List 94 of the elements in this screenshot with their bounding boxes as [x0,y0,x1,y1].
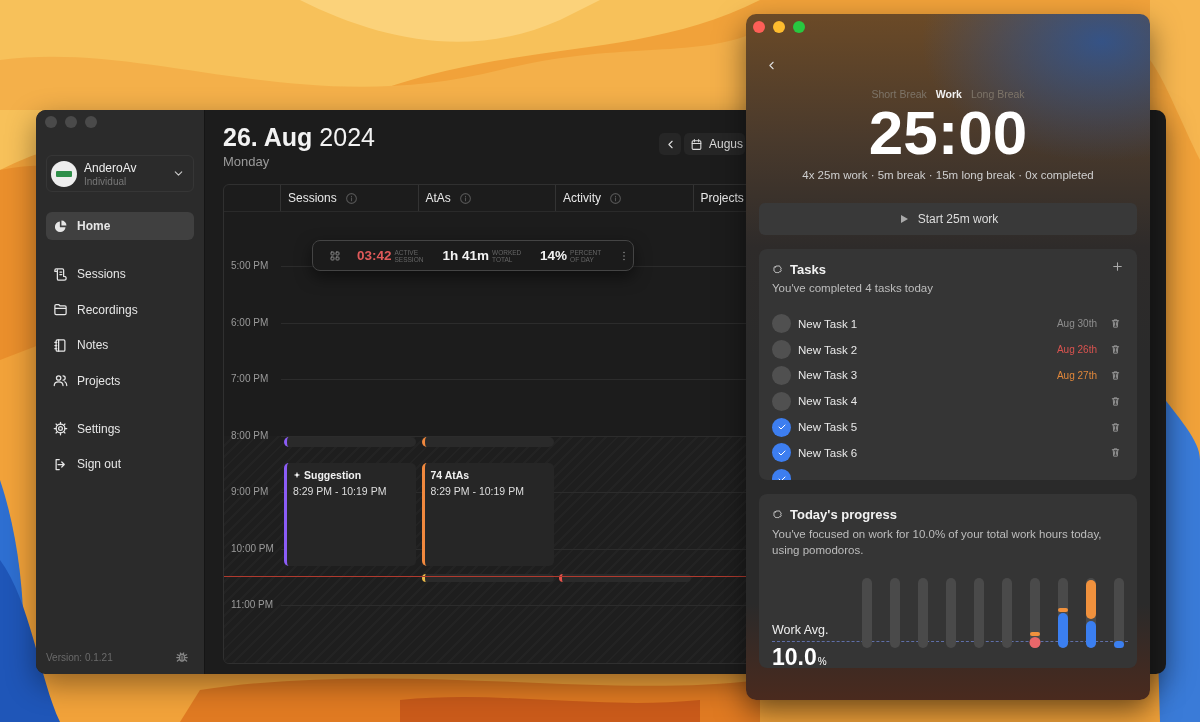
sidebar-item[interactable]: Settings [46,414,194,443]
event-time: 8:29 PM - 10:19 PM [293,484,388,497]
chart-bar [1002,578,1012,648]
task-label: New Task 6 [798,446,858,459]
window-control-minimize[interactable] [773,21,785,33]
event-title: 74 AtAs [430,468,470,481]
add-icon[interactable] [1111,260,1124,273]
task-checkbox[interactable] [772,417,791,437]
time-label: 11:00 PM [231,599,274,610]
chart-bar [1114,578,1124,648]
time-label: 7:00 PM [231,373,269,384]
account-plan: Individual [84,175,128,187]
version-label: Version: 0.1.21 [46,651,113,663]
account-switcher[interactable]: AnderoAv Individual [46,155,194,192]
average-label: Work Avg. [772,623,829,637]
time-label: 9:00 PM [231,486,269,497]
task-label: New Task 2 [798,343,858,356]
column-header: AtAs [425,191,451,205]
task-label: New Task 1 [798,317,858,330]
stat-value: 03:42 [357,248,392,263]
sidebar-item[interactable]: Sessions [46,260,194,288]
chart-bar [1029,578,1041,648]
column-header: Activity [563,191,601,205]
folder-icon [53,302,68,317]
chart-bar [918,578,928,648]
sign-out-icon [53,456,68,472]
people-icon [53,373,68,388]
chart-bar [890,578,900,648]
window-control-close[interactable] [753,21,765,33]
delete-icon[interactable] [1110,318,1121,330]
delete-icon[interactable] [1110,395,1121,407]
sidebar-item[interactable]: Sign out [46,450,194,478]
task-checkbox[interactable] [772,366,791,385]
info-icon[interactable] [458,191,472,205]
task-label: New Task 5 [798,421,858,434]
due-date: Aug 27th [1056,370,1097,381]
timer-display: 25:00 [867,101,1029,165]
weekday-label: Monday [223,154,271,169]
stat-value: 14% [540,248,568,263]
card-description: You've focused on work for 10.0% of your total work hours today, using pomodoros. [772,527,1103,558]
time-label: 6:00 PM [231,316,269,328]
card-subtitle: You've completed 4 tasks today [772,282,934,294]
task-label: New Task 3 [798,369,858,382]
chart-bar [862,578,872,648]
grid-icon[interactable] [329,249,341,262]
delete-icon[interactable] [1110,370,1121,381]
window-control-zoom[interactable] [793,21,805,33]
settings-icon [53,421,68,436]
event-title: Suggestion [304,468,362,481]
notebook-icon [53,337,68,353]
chart-bar [946,578,956,648]
session-summary: 4x 25m work · 5m break · 15m long break · 0x completed [801,169,1095,181]
event-time: 8:29 PM - 10:19 PM [430,484,525,497]
delete-icon[interactable] [1110,447,1121,459]
month-picker-button[interactable]: Augus [684,133,746,155]
chart-bar [1086,578,1096,648]
column-header: Sessions [288,191,337,205]
chart-bar [974,578,984,648]
time-label: 10:00 PM [231,542,274,554]
bug-icon[interactable] [175,650,189,664]
sidebar-item[interactable]: Notes [46,331,194,359]
calendar-icon [690,137,703,151]
date-title: 26. Aug 2024 [223,122,376,152]
average-value: 10.0% [772,644,827,668]
task-label: New Task 4 [798,395,858,408]
chart-bar [1058,578,1068,648]
task-checkbox[interactable] [772,340,791,360]
info-icon[interactable] [344,191,358,205]
delete-icon[interactable] [1110,421,1121,433]
card-title: Today's progress [790,507,897,522]
event-card[interactable]: Suggestion 8:29 PM - 10:19 PM [284,462,416,567]
due-date: Aug 26th [1056,344,1097,356]
account-name: AnderoAv [84,160,138,175]
stat-value: 1h 41m [442,248,490,263]
scroll-icon [53,266,68,282]
delete-icon[interactable] [1110,344,1121,356]
pie-chart-icon [53,218,68,234]
time-label: 5:00 PM [231,260,269,271]
sidebar-item[interactable]: Projects [46,366,194,395]
mode-tab[interactable]: Work [935,88,962,100]
sidebar-item[interactable]: Home [46,212,194,240]
task-checkbox[interactable] [772,391,791,411]
task-checkbox[interactable] [772,314,791,334]
event-card[interactable]: 74 AtAs 8:29 PM - 10:19 PM [421,462,554,567]
previous-button[interactable] [659,133,681,155]
due-date: Aug 30th [1056,318,1097,330]
info-icon[interactable] [609,191,622,205]
card-title: Tasks [790,262,826,277]
column-header: Projects [700,191,744,205]
sidebar-item[interactable]: Recordings [46,295,194,324]
time-label: 8:00 PM [231,429,269,441]
start-button[interactable]: Start 25m work [759,203,1137,235]
avatar-icon [51,160,77,187]
task-checkbox[interactable] [772,443,791,463]
